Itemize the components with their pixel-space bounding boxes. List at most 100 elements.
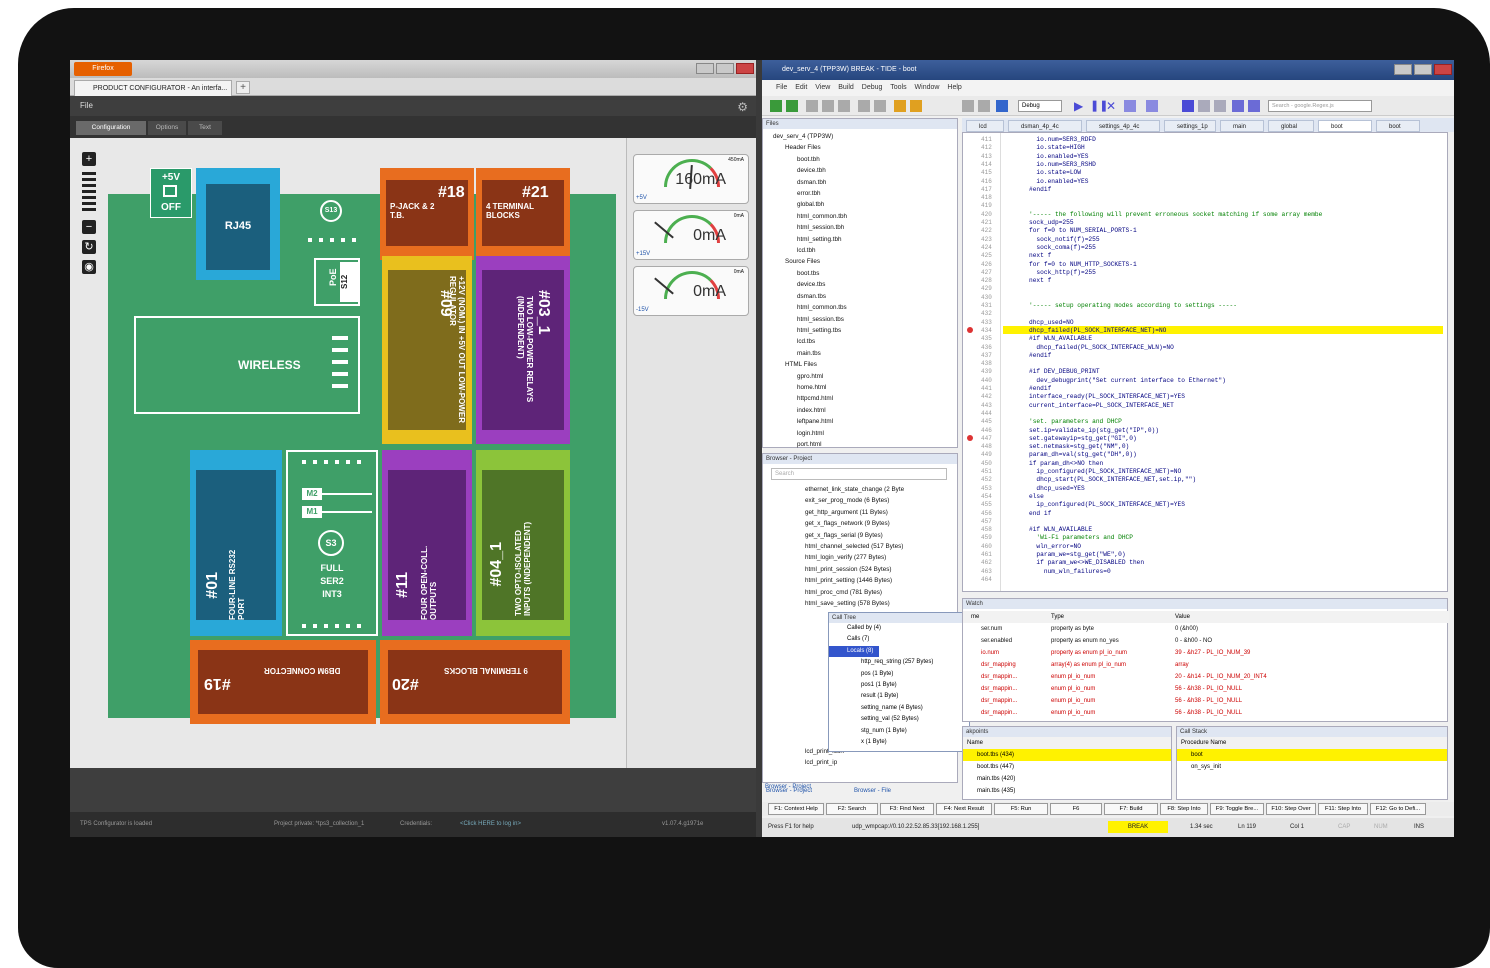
file-item[interactable]: dsman.tbs bbox=[773, 291, 957, 302]
breakpoint-item[interactable]: boot.tbs (447) bbox=[963, 761, 1171, 773]
forward-icon[interactable] bbox=[910, 100, 922, 112]
browser-item[interactable]: get_x_flags_network (9 Bytes) bbox=[805, 518, 904, 529]
browser-item[interactable]: html_save_setting (578 Bytes) bbox=[805, 598, 904, 609]
menu-help[interactable]: Help bbox=[947, 84, 961, 91]
file-item[interactable]: lcd.tbs bbox=[773, 336, 957, 347]
watch-row[interactable]: io.num property as enum pl_io_num 39 - &h2… bbox=[963, 647, 1449, 659]
module-slot-20[interactable]: #20 9 TERMINAL BLOCKS bbox=[380, 640, 570, 724]
fkey-button[interactable]: F9: Toggle Bre... bbox=[1210, 803, 1264, 815]
file-item[interactable]: html_setting.tbh bbox=[773, 234, 957, 245]
font-larger-icon[interactable] bbox=[1248, 100, 1260, 112]
fkey-button[interactable]: F3: Find Next bbox=[880, 803, 934, 815]
watch-row[interactable]: ser.enabled property as enum no_yes 0 - &h… bbox=[963, 635, 1449, 647]
tab-configuration[interactable]: Configuration bbox=[76, 121, 146, 135]
watch-row[interactable]: dsr_mappin... enum pl_io_num 56 - &h38 - P… bbox=[963, 683, 1449, 695]
calltree-item[interactable]: result (1 Byte) bbox=[829, 691, 969, 702]
file-item[interactable]: html_setting.tbs bbox=[773, 325, 957, 336]
calltree-item[interactable]: x (1 Byte) bbox=[829, 737, 969, 748]
find-next-icon[interactable] bbox=[1198, 100, 1210, 112]
fkey-button[interactable]: F11: Step Into bbox=[1318, 803, 1368, 815]
breakpoint-item[interactable]: boot.tbs (434) bbox=[963, 749, 1171, 761]
module-slot-09[interactable]: +12V (NOM.) IN +5V OUT LOW-POWER REGULAT… bbox=[382, 256, 472, 444]
new-file-icon[interactable] bbox=[770, 100, 782, 112]
step-over-icon[interactable] bbox=[1146, 100, 1158, 112]
browser-item[interactable]: get_http_argument (11 Bytes) bbox=[805, 507, 904, 518]
file-item[interactable]: html_common.tbs bbox=[773, 302, 957, 313]
run-icon[interactable]: ▶ bbox=[1074, 100, 1086, 112]
browser-tab-file[interactable]: Browser - File bbox=[854, 788, 891, 794]
menu-window[interactable]: Window bbox=[915, 84, 940, 91]
browser-item[interactable]: lcd_print_ip bbox=[805, 757, 844, 768]
tab-options[interactable]: Options bbox=[148, 121, 186, 135]
build-icon[interactable] bbox=[962, 100, 974, 112]
maximize-button[interactable] bbox=[716, 63, 734, 74]
tab-lcd[interactable]: lcd bbox=[966, 120, 1004, 132]
copy-icon[interactable] bbox=[838, 100, 850, 112]
switch-s13[interactable]: S13 bbox=[320, 200, 342, 222]
file-item[interactable]: lcd.tbh bbox=[773, 245, 957, 256]
browser-tab[interactable]: PRODUCT CONFIGURATOR - An interfa... bbox=[74, 80, 232, 96]
watch-row[interactable]: dsr_mappin... enum pl_io_num 56 - &h38 - P… bbox=[963, 707, 1449, 719]
calltree-item[interactable]: setting_name (4 Bytes) bbox=[829, 703, 969, 714]
fkey-button[interactable]: F4: Next Result bbox=[936, 803, 992, 815]
file-item[interactable]: index.html bbox=[773, 405, 957, 416]
tab-settings-1p[interactable]: settings_1p bbox=[1164, 120, 1216, 132]
file-item[interactable]: login.html bbox=[773, 428, 957, 439]
project-root[interactable]: dev_serv_4 (TPP3W) bbox=[773, 131, 957, 142]
power-switch[interactable]: +5V OFF bbox=[150, 168, 192, 218]
watch-row[interactable]: dsr_mapping array(4) as enum pl_io_num arr… bbox=[963, 659, 1449, 671]
fkey-button[interactable]: F2: Search bbox=[826, 803, 878, 815]
menu-build[interactable]: Build bbox=[838, 84, 854, 91]
calltree-item[interactable]: setting_val (52 Bytes) bbox=[829, 714, 969, 725]
module-slot-21[interactable]: #21 4 TERMINAL BLOCKS bbox=[476, 168, 570, 260]
watch-row[interactable]: dsr_mappin... enum pl_io_num 20 - &h14 - P… bbox=[963, 671, 1449, 683]
fkey-button[interactable]: F7: Build bbox=[1104, 803, 1158, 815]
module-slot-11[interactable]: #11 FOUR OPEN-COLL. OUTPUTS bbox=[382, 450, 472, 636]
file-item[interactable]: global.tbh bbox=[773, 199, 957, 210]
tab-boot-active[interactable]: boot bbox=[1318, 120, 1372, 132]
breakpoint-item[interactable]: main.tbs (420) bbox=[963, 773, 1171, 785]
source-files-folder[interactable]: Source Files bbox=[773, 256, 957, 267]
upload-icon[interactable] bbox=[978, 100, 990, 112]
print-icon[interactable] bbox=[822, 100, 834, 112]
calltree-item[interactable]: pos1 (1 Byte) bbox=[829, 680, 969, 691]
menu-file[interactable]: File bbox=[80, 101, 93, 110]
file-item[interactable]: dsman.tbh bbox=[773, 177, 957, 188]
browser-item[interactable]: html_print_session (524 Bytes) bbox=[805, 564, 904, 575]
file-item[interactable]: html_session.tbh bbox=[773, 222, 957, 233]
fkey-button[interactable]: F5: Run bbox=[994, 803, 1048, 815]
fkey-button[interactable]: F6 bbox=[1050, 803, 1102, 815]
zoom-in-icon[interactable]: + bbox=[82, 152, 96, 166]
close-button[interactable] bbox=[736, 63, 754, 74]
calltree-item[interactable]: http_req_string (257 Bytes) bbox=[829, 657, 969, 668]
module-slot-19[interactable]: #19 DB9M CONNECTOR bbox=[190, 640, 376, 724]
file-item[interactable]: device.tbh bbox=[773, 165, 957, 176]
browser-item[interactable]: get_x_flags_serial (9 Bytes) bbox=[805, 530, 904, 541]
file-item[interactable]: device.tbs bbox=[773, 279, 957, 290]
watch-row[interactable]: ser.num property as byte 0 (&h00) bbox=[963, 623, 1449, 635]
file-item[interactable]: main.tbs bbox=[773, 348, 957, 359]
find-icon[interactable] bbox=[874, 100, 886, 112]
open-folder-icon[interactable] bbox=[786, 100, 798, 112]
html-files-folder[interactable]: HTML Files bbox=[773, 359, 957, 370]
menu-tools[interactable]: Tools bbox=[890, 84, 906, 91]
minimize-button[interactable] bbox=[696, 63, 714, 74]
find-prev-icon[interactable] bbox=[1214, 100, 1226, 112]
module-slot-18[interactable]: #18 P-JACK & 2 T.B. bbox=[380, 168, 474, 260]
file-item[interactable]: error.tbh bbox=[773, 188, 957, 199]
watch-row[interactable]: dsr_mappin... enum pl_io_num 56 - &h38 - P… bbox=[963, 695, 1449, 707]
browser-item[interactable]: html_channel_selected (517 Bytes) bbox=[805, 541, 904, 552]
file-item[interactable]: html_session.tbs bbox=[773, 314, 957, 325]
menu-debug[interactable]: Debug bbox=[862, 84, 883, 91]
step-icon[interactable] bbox=[1124, 100, 1136, 112]
tab-global[interactable]: global bbox=[1268, 120, 1314, 132]
calltree-item[interactable]: pos (1 Byte) bbox=[829, 669, 969, 680]
browser-tab-project[interactable]: Browser - Project bbox=[766, 788, 812, 794]
ide-search-input[interactable]: Search - google.Regex.js bbox=[1268, 100, 1372, 112]
file-item[interactable]: port.html bbox=[773, 439, 957, 450]
gear-icon[interactable]: ⚙ bbox=[737, 100, 748, 114]
find-replace-icon[interactable] bbox=[1182, 100, 1194, 112]
file-item[interactable]: httpcmd.html bbox=[773, 393, 957, 404]
font-smaller-icon[interactable] bbox=[1232, 100, 1244, 112]
file-item[interactable]: home.html bbox=[773, 382, 957, 393]
